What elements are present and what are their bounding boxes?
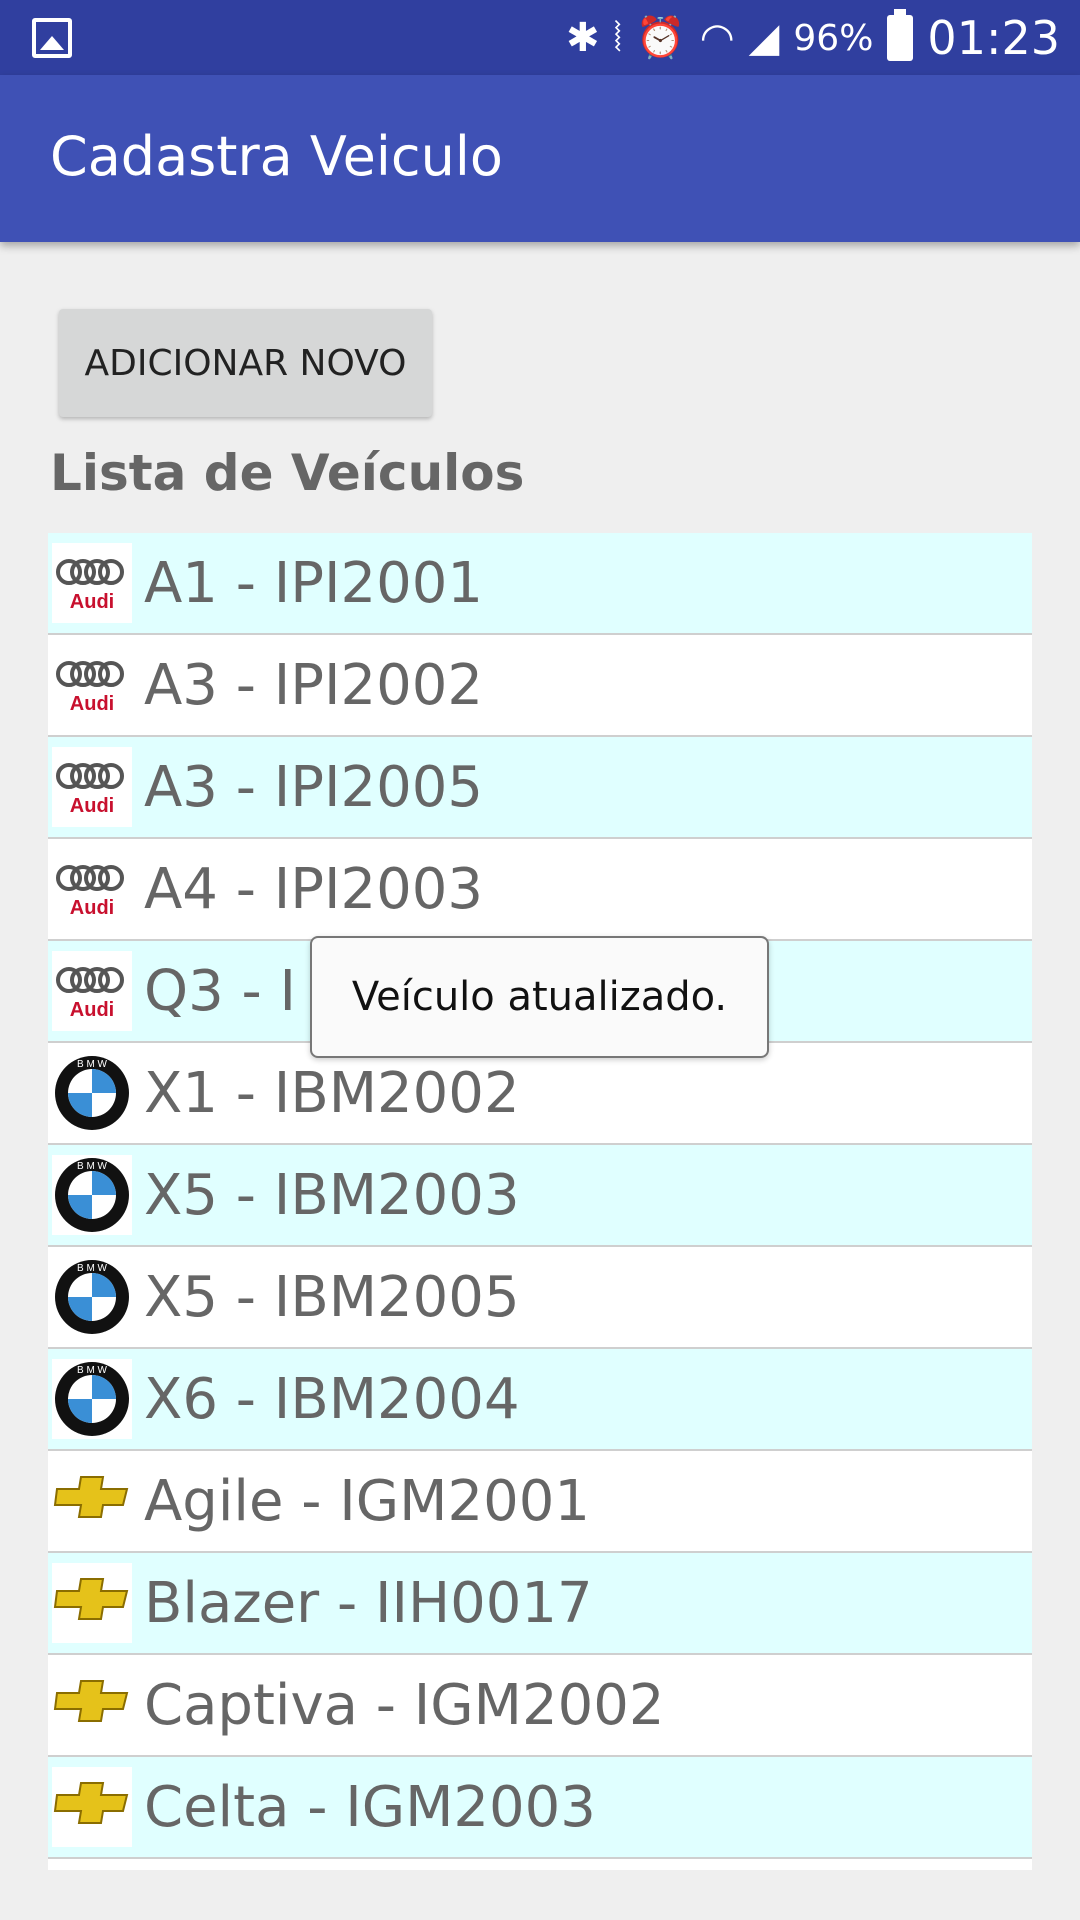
vehicle-label: A1 - IPI2001 [144, 550, 484, 616]
audi-logo-icon: Audi [52, 951, 132, 1031]
list-heading: Lista de Veículos [50, 444, 525, 502]
audi-logo-icon: Audi [52, 543, 132, 623]
svg-text:Audi: Audi [70, 693, 114, 715]
toast-message: Veículo atualizado. [310, 936, 769, 1058]
chevrolet-logo-icon [52, 1869, 132, 1870]
chevrolet-logo-icon [52, 1563, 132, 1643]
vehicle-list-item[interactable]: B M W X6 - IBM2004 [48, 1349, 1032, 1451]
status-bar: ✱ ⦚ ⏰ ◠ ◢ 96% 01:23 [0, 0, 1080, 75]
vehicle-label: A4 - IPI2003 [144, 856, 484, 922]
wifi-icon: ◠ [699, 15, 735, 61]
battery-icon [887, 9, 914, 61]
signal-icon: ◢ [748, 15, 780, 61]
vehicle-label: Blazer - IIH0017 [144, 1570, 593, 1636]
vehicle-label: X5 - IBM2003 [144, 1162, 520, 1228]
vibrate-icon: ⦚ [613, 15, 622, 61]
svg-text:B M W: B M W [77, 1365, 108, 1376]
chevrolet-logo-icon [52, 1767, 132, 1847]
vehicle-list-item[interactable]: B M W X5 - IBM2005 [48, 1247, 1032, 1349]
bmw-logo-icon: B M W [52, 1359, 132, 1439]
vehicle-list[interactable]: Audi A1 - IPI2001 Audi A3 - IPI2002 Audi A3 -… [48, 533, 1032, 1870]
vehicle-list-item[interactable]: B M W X5 - IBM2003 [48, 1145, 1032, 1247]
vehicle-label: A3 - IPI2002 [144, 652, 484, 718]
add-new-button[interactable]: ADICIONAR NOVO [59, 309, 432, 417]
chevrolet-logo-icon [52, 1461, 132, 1541]
svg-text:B M W: B M W [77, 1263, 108, 1274]
alarm-icon: ⏰ [635, 15, 686, 61]
vehicle-label: X6 - IBM2004 [144, 1366, 520, 1432]
vehicle-list-item[interactable]: Blazer - IIH0017 [48, 1553, 1032, 1655]
svg-text:Audi: Audi [70, 999, 114, 1021]
vehicle-list-item[interactable]: B M W X1 - IBM2002 [48, 1043, 1032, 1145]
audi-logo-icon: Audi [52, 747, 132, 827]
vehicle-label: X1 - IBM2002 [144, 1060, 520, 1126]
vehicle-list-item[interactable]: Audi A3 - IPI2005 [48, 737, 1032, 839]
vehicle-label: A3 - IPI2005 [144, 754, 484, 820]
clock: 01:23 [927, 11, 1060, 65]
vehicle-list-item[interactable]: Audi A4 - IPI2003 [48, 839, 1032, 941]
bmw-logo-icon: B M W [52, 1053, 132, 1133]
audi-logo-icon: Audi [52, 849, 132, 929]
svg-text:Audi: Audi [70, 897, 114, 919]
vehicle-label: X5 - IBM2005 [144, 1264, 520, 1330]
app-bar: Cadastra Veiculo [0, 75, 1080, 242]
image-icon [32, 18, 72, 58]
status-icons: ✱ ⦚ ⏰ ◠ ◢ 96% 01:23 [566, 8, 1060, 68]
svg-text:B M W: B M W [77, 1059, 108, 1070]
vehicle-list-item[interactable]: Audi A1 - IPI2001 [48, 533, 1032, 635]
vehicle-list-item[interactable]: Audi A3 - IPI2002 [48, 635, 1032, 737]
chevrolet-logo-icon [52, 1665, 132, 1745]
vehicle-label: Q3 - I [144, 958, 297, 1024]
vehicle-label: Celta - IGM2003 [144, 1774, 596, 1840]
vehicle-list-item[interactable]: Captiva - IGM2002 [48, 1655, 1032, 1757]
battery-percent: 96% [793, 17, 874, 59]
vehicle-list-item[interactable] [48, 1859, 1032, 1870]
vehicle-label: Captiva - IGM2002 [144, 1672, 665, 1738]
bluetooth-icon: ✱ [566, 15, 600, 61]
vehicle-label: Agile - IGM2001 [144, 1468, 590, 1534]
vehicle-list-item[interactable]: Celta - IGM2003 [48, 1757, 1032, 1859]
svg-text:Audi: Audi [70, 795, 114, 817]
svg-text:Audi: Audi [70, 591, 114, 613]
bmw-logo-icon: B M W [52, 1257, 132, 1337]
app-title: Cadastra Veiculo [50, 125, 503, 188]
audi-logo-icon: Audi [52, 645, 132, 725]
svg-text:B M W: B M W [77, 1161, 108, 1172]
bmw-logo-icon: B M W [52, 1155, 132, 1235]
vehicle-list-item[interactable]: Agile - IGM2001 [48, 1451, 1032, 1553]
